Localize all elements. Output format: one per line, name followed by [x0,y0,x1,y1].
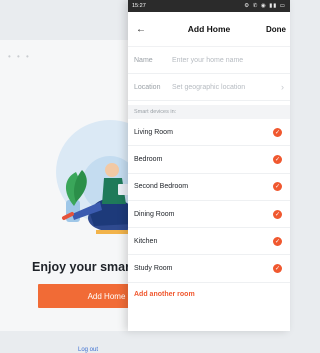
room-item-living-room[interactable]: Living Room ✓ [128,119,290,147]
check-icon[interactable]: ✓ [273,182,282,192]
room-item-bedroom[interactable]: Bedroom ✓ [128,146,290,174]
nav-bar: ← Add Home Done [128,12,290,47]
done-button[interactable]: Done [266,25,286,34]
room-item-study-room[interactable]: Study Room ✓ [128,255,290,283]
add-another-room-link[interactable]: Add another room [128,283,290,306]
dots-icon: • • • [8,52,31,61]
check-icon[interactable]: ✓ [273,154,282,164]
check-icon[interactable]: ✓ [273,264,282,274]
home-name-input[interactable]: Enter your home name [172,57,284,64]
name-label: Name [134,56,153,64]
room-label: Study Room [134,265,173,273]
status-bar: 15:27 ⚙ ✆ ◉ ▮▮ ▭ [128,0,290,12]
chevron-right-icon: › [281,82,284,92]
home-name-field[interactable]: Name Enter your home name [128,47,290,74]
status-icons: ⚙ ✆ ◉ ▮▮ ▭ [244,3,286,9]
location-label: Location [134,83,161,91]
add-home-screen: 15:27 ⚙ ✆ ◉ ▮▮ ▭ ← Add Home Done Name En… [128,0,290,331]
room-label: Kitchen [134,237,158,245]
status-time: 15:27 [132,3,146,9]
log-out-link[interactable]: Log out [78,347,98,353]
check-icon[interactable]: ✓ [273,236,282,246]
arrow-left-icon[interactable]: ← [136,24,146,35]
room-label: Second Bedroom [134,183,189,191]
room-label: Dining Room [134,210,175,218]
check-icon[interactable]: ✓ [273,127,282,137]
location-input[interactable]: Set geographic location [172,84,281,91]
location-field[interactable]: Location Set geographic location › [128,74,290,101]
section-header: Smart devices in: [128,105,290,119]
room-label: Living Room [134,128,173,136]
room-item-second-bedroom[interactable]: Second Bedroom ✓ [128,174,290,201]
room-item-kitchen[interactable]: Kitchen ✓ [128,228,290,256]
room-label: Bedroom [134,155,163,163]
room-item-dining-room[interactable]: Dining Room ✓ [128,201,290,229]
check-icon[interactable]: ✓ [273,209,282,219]
